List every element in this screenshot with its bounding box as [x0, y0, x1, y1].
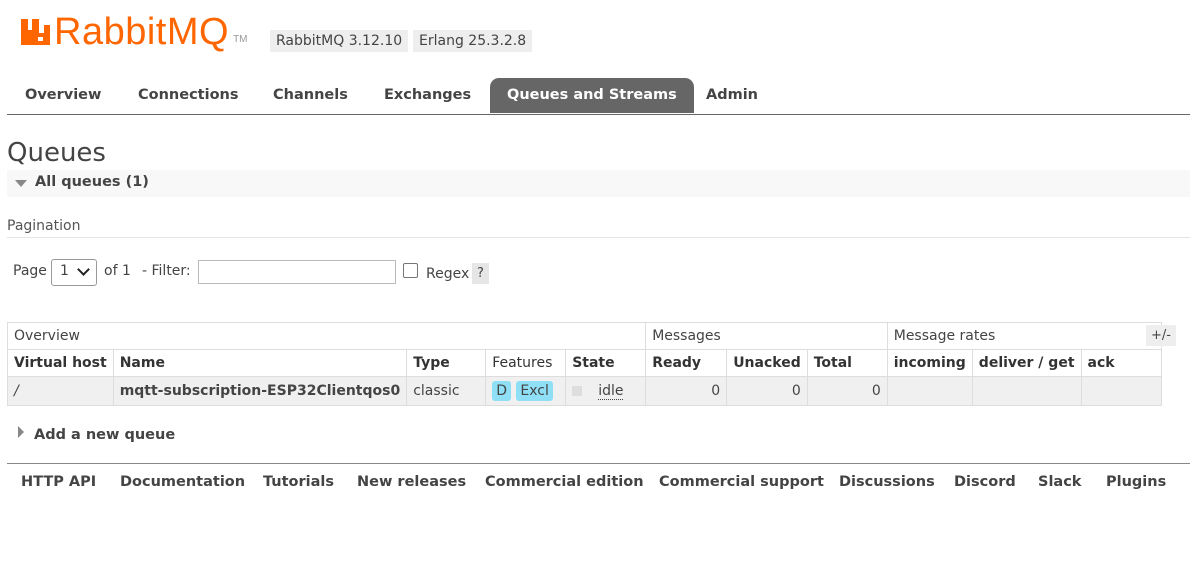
page-label: Page [13, 263, 47, 279]
header: RabbitMQ TM RabbitMQ 3.12.10 Erlang 25.3… [0, 0, 1190, 78]
pagination-divider [7, 237, 1190, 238]
expand-triangle-icon [18, 426, 24, 438]
footer-link-http-api[interactable]: HTTP API [21, 474, 96, 490]
page-title: Queues [7, 138, 106, 168]
footer-link-commercial-support[interactable]: Commercial support [659, 474, 824, 490]
tab-connections[interactable]: Connections [121, 78, 256, 113]
page-select-value: 1 [60, 263, 69, 279]
logo-wordmark: RabbitMQ [54, 11, 230, 53]
table-column-header: Virtual host Name Type Features State Re… [7, 349, 1162, 377]
cell-incoming [886, 376, 973, 406]
footer-link-new-releases[interactable]: New releases [357, 474, 466, 490]
add-queue-toggle[interactable]: Add a new queue [18, 426, 175, 443]
footer-link-documentation[interactable]: Documentation [120, 474, 245, 490]
col-features: Features [485, 349, 567, 377]
cell-features: D Excl [485, 376, 567, 406]
table-group-header: Overview Messages Message rates [6, 322, 1162, 350]
rabbit-logo-icon [21, 19, 50, 45]
col-name[interactable]: Name [112, 349, 408, 377]
erlang-version-badge: Erlang 25.3.2.8 [413, 30, 533, 52]
tab-admin[interactable]: Admin [689, 78, 775, 113]
group-overview: Overview [6, 322, 647, 350]
regex-checkbox[interactable] [403, 263, 418, 278]
rabbitmq-logo[interactable]: RabbitMQ TM [18, 10, 248, 54]
page-count-label: of 1 [104, 263, 131, 279]
col-total[interactable]: Total [806, 349, 888, 377]
pager: Page 1 of 1 - Filter: Regex ? [13, 259, 613, 286]
cell-state: idle [565, 376, 647, 406]
group-message-rates: Message rates [886, 322, 1162, 350]
cell-deliver-get [971, 376, 1082, 406]
cell-ack [1080, 376, 1162, 406]
regex-help-button[interactable]: ? [472, 263, 489, 284]
tab-exchanges[interactable]: Exchanges [367, 78, 488, 113]
col-ack[interactable]: ack [1080, 349, 1162, 377]
cell-total: 0 [806, 376, 888, 406]
table-row: / mqtt-subscription-ESP32Clientqos0 clas… [7, 376, 1162, 406]
feature-durable-badge: D [492, 381, 511, 401]
collapse-triangle-icon [15, 180, 27, 187]
tab-channels[interactable]: Channels [256, 78, 365, 113]
all-queues-label: All queues (1) [35, 174, 149, 190]
footer: HTTP API Documentation Tutorials New rel… [7, 463, 1190, 504]
pagination-heading: Pagination [7, 218, 81, 234]
footer-link-discord[interactable]: Discord [954, 474, 1016, 490]
footer-link-commercial-edition[interactable]: Commercial edition [485, 474, 644, 490]
rabbitmq-version-badge: RabbitMQ 3.12.10 [270, 30, 409, 52]
state-label: idle [598, 383, 624, 400]
footer-link-plugins[interactable]: Plugins [1106, 474, 1166, 490]
col-state[interactable]: State [565, 349, 647, 377]
footer-link-discussions[interactable]: Discussions [839, 474, 935, 490]
queue-name-link[interactable]: mqtt-subscription-ESP32Clientqos0 [112, 376, 408, 406]
footer-link-tutorials[interactable]: Tutorials [263, 474, 334, 490]
cell-unacked: 0 [726, 376, 808, 406]
state-indicator-icon [572, 386, 583, 396]
cell-type: classic [406, 376, 487, 406]
add-queue-label: Add a new queue [34, 427, 176, 443]
queues-table: Overview Messages Message rates Virtual … [6, 322, 1162, 406]
main-tabs: Overview Connections Channels Exchanges … [7, 78, 1190, 115]
filter-label: - Filter: [142, 263, 191, 279]
logo-trademark: TM [233, 33, 248, 45]
col-incoming[interactable]: incoming [886, 349, 973, 377]
col-unacked[interactable]: Unacked [726, 349, 808, 377]
regex-label: Regex [426, 266, 470, 282]
page-select[interactable]: 1 [51, 259, 97, 286]
col-deliver-get[interactable]: deliver / get [971, 349, 1082, 377]
tab-queues-and-streams[interactable]: Queues and Streams [490, 78, 694, 113]
filter-input[interactable] [198, 260, 396, 284]
cell-vhost: / [7, 376, 114, 406]
col-type[interactable]: Type [406, 349, 487, 377]
tab-overview[interactable]: Overview [8, 78, 118, 113]
cell-ready: 0 [645, 376, 728, 406]
group-messages: Messages [645, 322, 888, 350]
chevron-down-icon [77, 263, 90, 276]
all-queues-section-toggle[interactable]: All queues (1) [7, 170, 1190, 197]
feature-exclusive-badge: Excl [516, 381, 553, 401]
footer-link-slack[interactable]: Slack [1038, 474, 1081, 490]
col-virtual-host[interactable]: Virtual host [7, 349, 114, 377]
column-toggle-button[interactable]: +/- [1146, 325, 1176, 346]
col-ready[interactable]: Ready [645, 349, 728, 377]
